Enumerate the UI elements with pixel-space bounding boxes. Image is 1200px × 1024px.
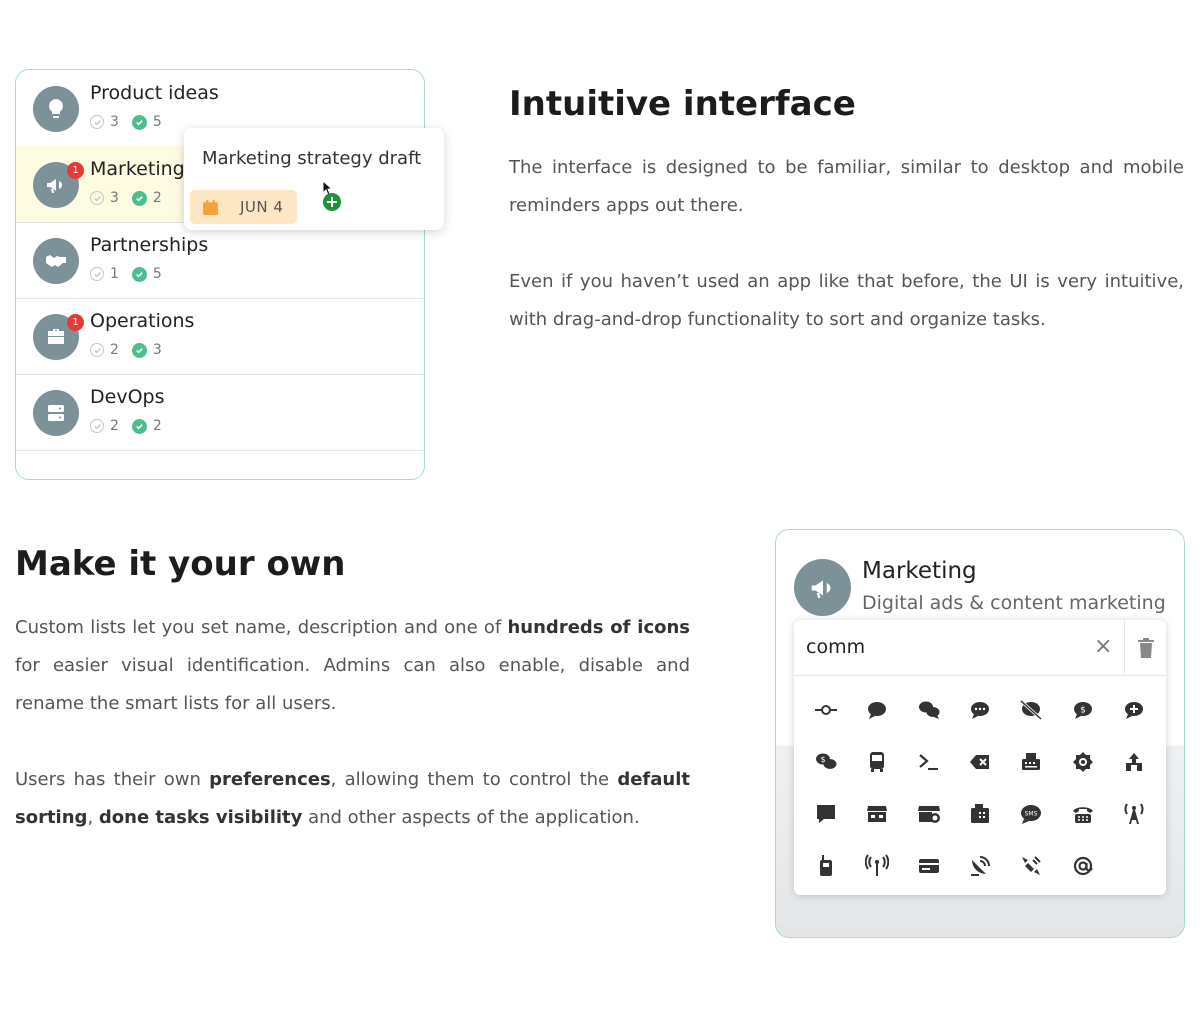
icon-picker-card: Marketing Digital ads & content marketin…	[775, 529, 1185, 938]
list-avatar[interactable]	[794, 559, 851, 616]
satellite-icon[interactable]	[1013, 848, 1049, 884]
backspace-icon[interactable]	[962, 744, 998, 780]
task-counts: 15	[90, 266, 175, 282]
comments-dollar-icon[interactable]: $	[808, 744, 844, 780]
section-heading-own: Make it your own	[15, 544, 346, 584]
lightbulb-icon	[49, 99, 63, 118]
done-tasks-count: 5	[152, 266, 162, 282]
sms-icon[interactable]: SMS	[1013, 796, 1049, 832]
comment-slash-icon[interactable]	[1013, 692, 1049, 728]
list-avatar	[33, 390, 79, 436]
compact-disc-icon[interactable]	[1065, 744, 1101, 780]
at-icon[interactable]	[1065, 848, 1101, 884]
terminal-icon[interactable]	[911, 744, 947, 780]
list-item-devops[interactable]: DevOps 2 2	[16, 374, 424, 451]
svg-text:SMS: SMS	[1025, 811, 1038, 818]
antenna-icon[interactable]	[859, 848, 895, 884]
list-name: Operations	[90, 310, 195, 332]
id-card-icon[interactable]	[911, 848, 947, 884]
fax-machine-icon[interactable]	[962, 796, 998, 832]
done-tasks-count: 2	[152, 190, 162, 206]
list-item-partnerships[interactable]: Partnerships 1 5	[16, 222, 424, 299]
megaphone-icon	[811, 580, 830, 598]
comment-dots-icon[interactable]	[962, 692, 998, 728]
store-icon[interactable]	[859, 796, 895, 832]
walkie-talkie-icon[interactable]	[808, 848, 844, 884]
open-tasks-icon	[90, 115, 104, 129]
phone-office-icon[interactable]	[1065, 796, 1101, 832]
comment-dollar-icon[interactable]: $	[1065, 692, 1101, 728]
intuitive-paragraph-2: Even if you haven’t used an app like tha…	[509, 271, 1184, 330]
broadcast-tower-icon[interactable]	[1116, 796, 1152, 832]
svg-text:$: $	[820, 755, 825, 764]
open-tasks-icon	[90, 343, 104, 357]
task-counts: 35	[90, 114, 175, 130]
list-avatar	[33, 238, 79, 284]
open-tasks-count: 3	[110, 190, 119, 206]
done-tasks-count: 2	[152, 418, 162, 434]
done-tasks-icon	[131, 266, 147, 282]
icon-search-input[interactable]: comm	[806, 636, 865, 658]
dragged-task-card[interactable]: Marketing strategy draft JUN 4	[184, 128, 444, 230]
done-tasks-count: 3	[152, 342, 162, 358]
due-date-chip[interactable]: JUN 4	[190, 190, 297, 224]
open-tasks-count: 2	[110, 342, 119, 358]
server-icon	[48, 405, 64, 421]
own-paragraph-1: Custom lists let you set name, descripti…	[15, 617, 691, 714]
own-paragraph-2: Users has their own preferences, allowin…	[15, 769, 690, 828]
list-name: DevOps	[90, 386, 165, 408]
list-description-field[interactable]: Digital ads & content marketing	[862, 592, 1166, 614]
bus-icon[interactable]	[859, 744, 895, 780]
commit-icon[interactable]	[808, 692, 844, 728]
list-item-operations[interactable]: 1 Operations 2 3	[16, 298, 424, 375]
open-tasks-icon	[90, 191, 104, 205]
comments-icon[interactable]	[911, 692, 947, 728]
done-tasks-icon	[131, 418, 147, 434]
store-alt-icon[interactable]	[911, 796, 947, 832]
done-tasks-icon	[131, 342, 147, 358]
comment-medical-icon[interactable]	[1116, 692, 1152, 728]
list-name: Partnerships	[90, 234, 209, 256]
fax-icon[interactable]	[1013, 744, 1049, 780]
megaphone-icon	[47, 179, 62, 193]
handshake-icon	[46, 255, 66, 267]
sitemap-icon[interactable]	[1116, 744, 1152, 780]
list-name: Marketing	[90, 158, 185, 180]
task-counts: 23	[90, 342, 175, 358]
open-tasks-icon	[90, 267, 104, 281]
svg-text:$: $	[1080, 706, 1086, 716]
trash-icon	[1138, 637, 1154, 658]
briefcase-icon	[48, 329, 64, 344]
notification-badge: 1	[67, 162, 84, 179]
intuitive-paragraph-1: The interface is designed to be familiar…	[509, 157, 1184, 216]
task-counts: 22	[90, 418, 175, 434]
list-name-field[interactable]: Marketing	[862, 558, 977, 584]
icon-picker-popup: comm × $ $ SMS	[794, 620, 1166, 895]
satellite-dish-icon[interactable]	[962, 848, 998, 884]
open-tasks-count: 3	[110, 114, 119, 130]
open-tasks-icon	[90, 419, 104, 433]
add-plus-icon: +	[323, 193, 341, 211]
list-avatar	[33, 86, 79, 132]
open-tasks-count: 2	[110, 418, 119, 434]
dragged-task-title: Marketing strategy draft	[202, 148, 422, 169]
remove-icon-button[interactable]	[1124, 620, 1167, 675]
comment-alt-icon[interactable]	[808, 796, 844, 832]
task-counts: 32	[90, 190, 175, 206]
notification-badge: 1	[67, 314, 84, 331]
list-name: Product ideas	[90, 82, 219, 104]
done-tasks-icon	[131, 114, 147, 130]
icon-search-bar: comm ×	[794, 620, 1166, 676]
section-heading-intuitive: Intuitive interface	[509, 84, 856, 124]
comment-icon[interactable]	[859, 692, 895, 728]
calendar-icon	[203, 200, 218, 215]
open-tasks-count: 1	[110, 266, 119, 282]
done-tasks-count: 5	[152, 114, 162, 130]
clear-search-icon[interactable]: ×	[1094, 634, 1112, 659]
due-date-label: JUN 4	[240, 198, 284, 216]
done-tasks-icon	[131, 190, 147, 206]
